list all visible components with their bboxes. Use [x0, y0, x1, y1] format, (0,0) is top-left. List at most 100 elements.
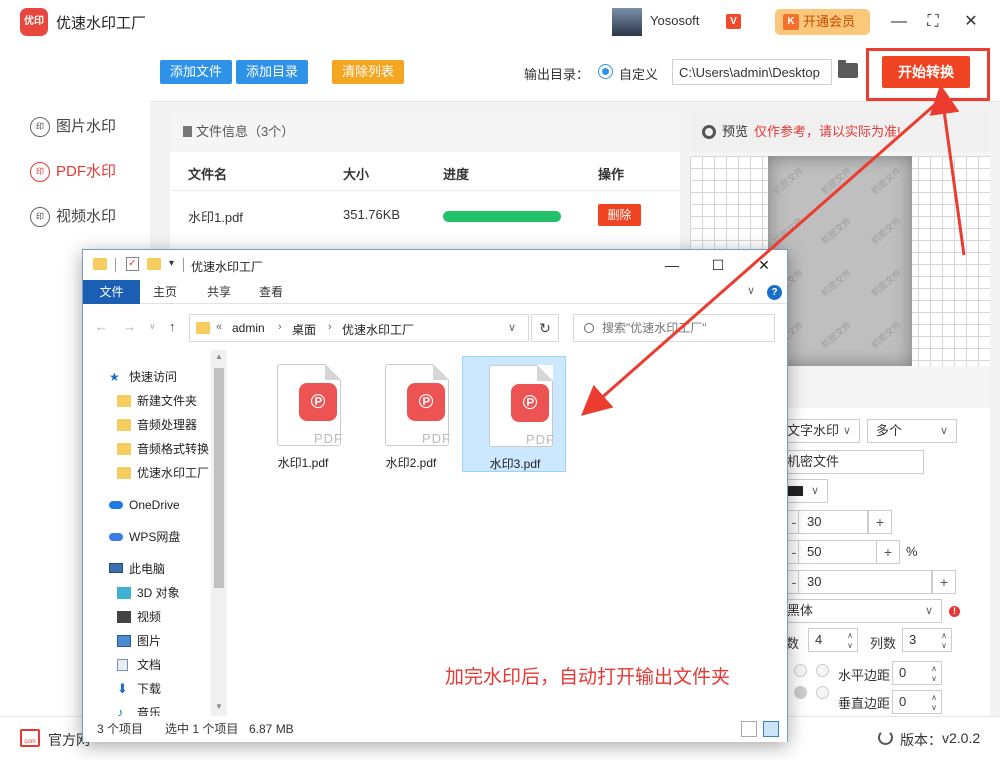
sidebar-item-pdf-watermark[interactable]: 印 PDF水印 — [30, 160, 116, 184]
tree-item-folder[interactable]: 优速水印工厂 — [117, 464, 209, 482]
explorer-close-button[interactable]: ✕ — [753, 254, 775, 276]
breadcrumb-desktop[interactable]: 桌面 — [292, 321, 316, 338]
details-view-icon[interactable] — [741, 721, 757, 737]
tree-downloads[interactable]: ⬇ 下载 — [117, 680, 161, 698]
tree-pictures[interactable]: 图片 — [117, 632, 161, 650]
rows-spinner[interactable]: 4 ∧ ∨ — [808, 628, 858, 652]
sidebar-item-image-watermark[interactable]: 印 图片水印 — [30, 115, 116, 139]
tree-videos[interactable]: 视频 — [117, 608, 161, 626]
breadcrumb-admin[interactable]: admin — [232, 321, 265, 335]
tree-this-pc[interactable]: 此电脑 — [109, 560, 165, 578]
user-name[interactable]: Yososoft — [650, 13, 699, 28]
add-file-button[interactable]: 添加文件 — [160, 60, 232, 84]
position-radio-selected[interactable] — [794, 686, 807, 699]
back-arrow-icon[interactable]: ← — [95, 319, 108, 334]
spin-up-icon[interactable]: ∧ — [931, 665, 937, 673]
value2-input[interactable]: 50 — [798, 540, 878, 564]
pdf-label: PDF — [314, 431, 343, 446]
folder-browse-icon[interactable] — [838, 60, 858, 78]
clear-list-button[interactable]: 清除列表 — [332, 60, 404, 84]
value3-input[interactable]: 30 — [798, 570, 932, 594]
scroll-up-icon[interactable]: ▲ — [215, 352, 223, 361]
tab-share[interactable]: 共享 — [199, 280, 239, 304]
sidebar-item-video-watermark[interactable]: 印 视频水印 — [30, 205, 116, 229]
spin-down-icon[interactable]: ∨ — [847, 642, 853, 650]
breadcrumb-prefix[interactable]: « — [216, 321, 222, 333]
tab-view[interactable]: 查看 — [251, 280, 291, 304]
position-radio[interactable] — [816, 664, 829, 677]
custom-output-radio[interactable] — [598, 64, 613, 79]
help-icon[interactable]: ? — [767, 285, 782, 300]
tree-item-folder[interactable]: 音频处理器 — [117, 416, 197, 434]
spin-up-icon[interactable]: ∧ — [931, 694, 937, 702]
forward-arrow-icon[interactable]: → — [123, 319, 136, 334]
recent-chevron-icon[interactable]: ∨ — [149, 321, 156, 332]
vip-button[interactable]: K 开通会员 — [775, 9, 870, 35]
refresh-button[interactable]: ↻ — [531, 314, 559, 342]
picture-icon — [117, 635, 131, 647]
chevron-down-icon[interactable]: ∨ — [508, 321, 516, 334]
vip-k-icon: K — [783, 14, 799, 30]
file-row-progress-bar — [443, 211, 561, 222]
refresh-icon[interactable] — [878, 730, 893, 745]
increase-button[interactable]: + — [868, 510, 892, 534]
vip-button-label: 开通会员 — [803, 14, 856, 29]
user-avatar[interactable] — [612, 8, 642, 36]
watermark-type-select[interactable]: 文字水印 ∨ — [778, 419, 860, 443]
search-input[interactable] — [573, 314, 775, 342]
spin-down-icon[interactable]: ∨ — [931, 675, 937, 683]
value1-input[interactable]: 30 — [798, 510, 868, 534]
spin-down-icon[interactable]: ∨ — [941, 642, 947, 650]
properties-icon[interactable]: ✓ — [126, 257, 139, 271]
file-item-selected[interactable]: ℗ PDF 水印3.pdf — [462, 356, 566, 472]
large-icons-view-icon[interactable] — [763, 721, 779, 737]
delete-button[interactable]: 删除 — [598, 204, 641, 226]
layout-select[interactable]: 多个 ∨ — [867, 419, 957, 443]
v-margin-spinner[interactable]: 0 ∧ ∨ — [892, 690, 942, 714]
maximize-button[interactable]: ⛶ — [920, 9, 946, 35]
minimize-button[interactable]: — — [886, 9, 912, 35]
custom-output-label[interactable]: 自定义 — [619, 64, 658, 83]
close-button[interactable]: ✕ — [958, 9, 984, 35]
watermark-text: 机密文件 — [819, 319, 854, 351]
file-item[interactable]: ℗ PDF 水印2.pdf — [359, 356, 463, 472]
scroll-thumb[interactable] — [214, 368, 224, 588]
output-path-input[interactable] — [672, 59, 832, 85]
tree-item-folder[interactable]: 音频格式转换 — [117, 440, 209, 458]
up-arrow-icon[interactable]: ↑ — [169, 319, 176, 334]
chevron-down-icon[interactable]: ∨ — [747, 284, 755, 297]
explorer-minimize-button[interactable]: — — [661, 254, 683, 276]
address-box[interactable]: « admin › 桌面 › 优速水印工厂 ∨ — [189, 314, 529, 342]
increase-button[interactable]: + — [876, 540, 900, 564]
spin-up-icon[interactable]: ∧ — [941, 632, 947, 640]
tree-3d-objects[interactable]: 3D 对象 — [117, 584, 180, 602]
h-margin-spinner[interactable]: 0 ∧ ∨ — [892, 661, 942, 685]
tree-quick-access[interactable]: ★ 快速访问 — [109, 368, 177, 386]
tree-onedrive[interactable]: OneDrive — [109, 496, 180, 514]
position-radio[interactable] — [794, 664, 807, 677]
tree-label: 音频处理器 — [137, 418, 198, 432]
watermark-text-input[interactable]: 机密文件 — [778, 450, 924, 474]
increase-button[interactable]: + — [932, 570, 956, 594]
font-select[interactable]: 黑体 ∨ — [778, 599, 942, 623]
file-item[interactable]: ℗ PDF 水印1.pdf — [251, 356, 355, 472]
spin-up-icon[interactable]: ∧ — [847, 632, 853, 640]
tree-documents[interactable]: 文档 — [117, 656, 161, 674]
tree-item-folder[interactable]: 新建文件夹 — [117, 392, 197, 410]
cloud-icon — [109, 501, 123, 509]
chevron-down-icon[interactable]: ▾ — [169, 258, 174, 269]
scroll-down-icon[interactable]: ▼ — [215, 702, 223, 711]
tree-music[interactable]: ♪ 音乐 — [117, 704, 161, 716]
explorer-maximize-button[interactable]: ☐ — [707, 254, 729, 276]
spin-down-icon[interactable]: ∨ — [931, 704, 937, 712]
position-radio[interactable] — [816, 686, 829, 699]
nav-scrollbar[interactable]: ▲ ▼ — [211, 350, 227, 716]
tab-home[interactable]: 主页 — [145, 280, 185, 304]
new-folder-icon[interactable] — [147, 258, 161, 270]
add-folder-button[interactable]: 添加目录 — [236, 60, 308, 84]
breadcrumb-folder[interactable]: 优速水印工厂 — [342, 321, 414, 338]
version-label: 版本： — [900, 732, 942, 748]
cols-spinner[interactable]: 3 ∧ ∨ — [902, 628, 952, 652]
tree-wps[interactable]: WPS网盘 — [109, 528, 180, 546]
tab-file[interactable]: 文件 — [83, 280, 140, 304]
